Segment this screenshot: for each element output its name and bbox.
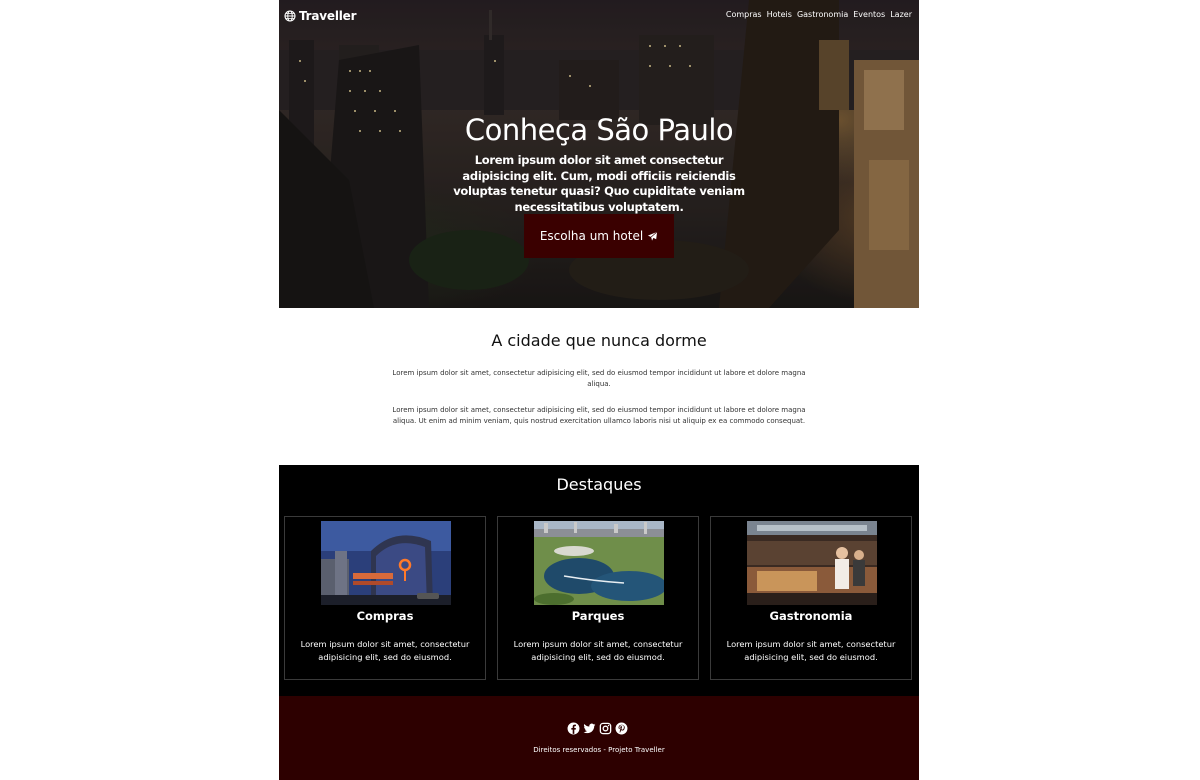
nav-link-gastronomia[interactable]: Gastronomia: [797, 10, 848, 19]
choose-hotel-button[interactable]: Escolha um hotel: [524, 214, 674, 258]
highlight-card-compras[interactable]: Compras Lorem ipsum dolor sit amet, cons…: [284, 516, 486, 680]
about-title: A cidade que nunca dorme: [491, 331, 707, 350]
highlight-card-title: Compras: [356, 609, 414, 623]
twitter-icon[interactable]: [583, 720, 596, 734]
highlight-card-title: Gastronomia: [769, 609, 853, 623]
paper-plane-icon: [648, 231, 658, 241]
about-paragraph: Lorem ipsum dolor sit amet, consectetur …: [392, 406, 806, 425]
highlight-card-gastronomia[interactable]: Gastronomia Lorem ipsum dolor sit amet, …: [710, 516, 912, 680]
copyright-text: Direitos reservados - Projeto Traveller: [533, 746, 665, 754]
brand-logo[interactable]: Traveller: [284, 8, 357, 24]
nav-link-lazer[interactable]: Lazer: [890, 10, 912, 19]
highlight-card-parques[interactable]: Parques Lorem ipsum dolor sit amet, cons…: [497, 516, 699, 680]
highlight-card-title: Parques: [571, 609, 625, 623]
page: Traveller Compras Hoteis Gastronomia Eve…: [279, 0, 919, 780]
nav-link-hoteis[interactable]: Hoteis: [767, 10, 792, 19]
brand-name: Traveller: [299, 9, 357, 23]
facebook-icon[interactable]: [567, 720, 580, 735]
highlights-title: Destaques: [556, 475, 642, 494]
highlights-section: Destaques Compras Lorem ipsum dolor sit …: [279, 465, 919, 696]
pinterest-icon[interactable]: [615, 720, 628, 735]
social-links: [567, 720, 628, 735]
restaurant-kitchen-photo: [747, 521, 877, 605]
park-lake-photo: [534, 521, 664, 605]
instagram-icon[interactable]: [599, 720, 612, 735]
hero-title: Conheça São Paulo: [464, 113, 734, 147]
highlight-card-text: Lorem ipsum dolor sit amet, consectetur …: [300, 639, 470, 662]
choose-hotel-label: Escolha um hotel: [539, 229, 644, 243]
globe-icon: [284, 10, 296, 22]
shopping-mall-photo: [321, 521, 451, 605]
hero-subtitle: Lorem ipsum dolor sit amet consectetur a…: [453, 153, 745, 214]
nav-link-compras[interactable]: Compras: [726, 10, 762, 19]
nav-link-eventos[interactable]: Eventos: [853, 10, 885, 19]
highlight-card-text: Lorem ipsum dolor sit amet, consectetur …: [726, 639, 896, 662]
hero-banner: Traveller Compras Hoteis Gastronomia Eve…: [279, 0, 919, 308]
highlight-card-text: Lorem ipsum dolor sit amet, consectetur …: [513, 639, 683, 662]
about-paragraph: Lorem ipsum dolor sit amet, consectetur …: [392, 369, 806, 388]
main-nav: Compras Hoteis Gastronomia Eventos Lazer: [726, 10, 912, 19]
footer: Direitos reservados - Projeto Traveller: [279, 696, 919, 780]
